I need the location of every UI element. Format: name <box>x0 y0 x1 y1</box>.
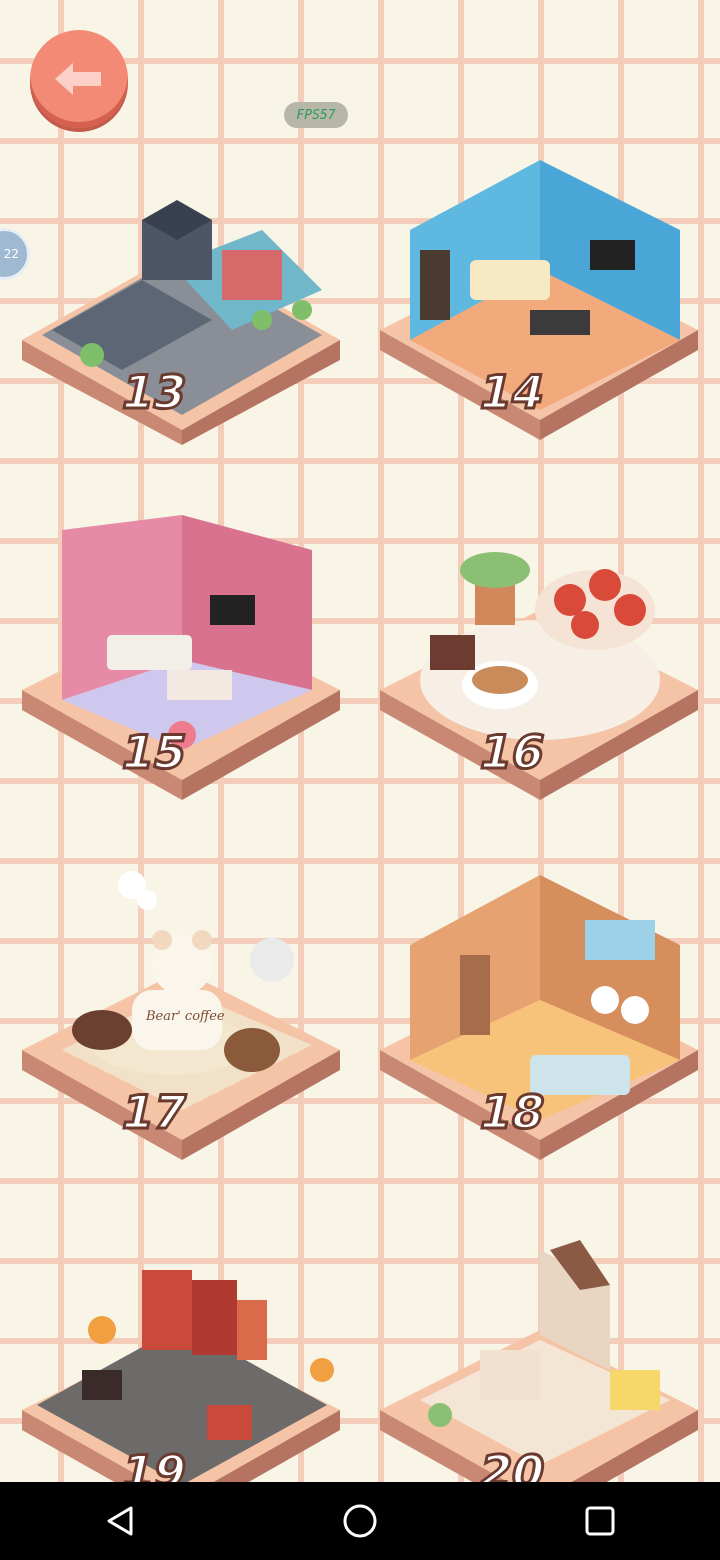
level-number: 20 <box>473 1444 551 1483</box>
level-19-card[interactable]: 19 <box>22 1230 342 1482</box>
level-number: 18 <box>473 1084 551 1141</box>
level-20-card[interactable]: 20 <box>380 1230 700 1482</box>
level-number: 14 <box>473 364 551 421</box>
back-button[interactable] <box>30 30 128 128</box>
system-nav-bar <box>0 1482 720 1560</box>
triangle-back-icon <box>107 1506 133 1536</box>
level-number: 16 <box>473 724 551 781</box>
square-recent-icon <box>585 1506 615 1536</box>
level-14-card[interactable]: 14 <box>380 150 700 450</box>
level-17-card[interactable]: Bear' coffee 17 <box>22 870 342 1170</box>
level-18-card[interactable]: 18 <box>380 870 700 1170</box>
fps-counter: FPS57 <box>284 102 348 128</box>
city-block-illustration <box>22 200 340 445</box>
bear-coffee-cup-label: Bear' coffee <box>146 1009 225 1024</box>
nav-back-button[interactable] <box>90 1491 150 1551</box>
level-number: 15 <box>115 724 193 781</box>
level-16-card[interactable]: 16 <box>380 510 700 810</box>
back-arrow-icon <box>55 63 101 95</box>
nav-recent-button[interactable] <box>570 1491 630 1551</box>
level-13-card[interactable]: 13 <box>22 170 342 470</box>
level-number: 19 <box>115 1444 193 1483</box>
level-number: 17 <box>115 1084 193 1141</box>
level-number: 13 <box>115 364 193 421</box>
nav-home-button[interactable] <box>330 1491 390 1551</box>
circle-home-icon <box>343 1504 377 1538</box>
level-15-card[interactable]: 15 <box>22 510 342 810</box>
